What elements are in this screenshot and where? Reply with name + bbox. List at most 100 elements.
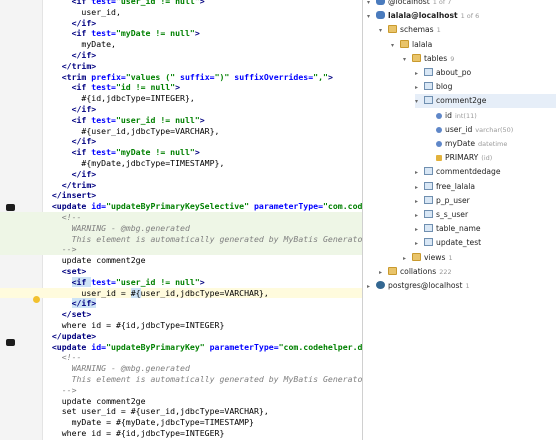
tree-node-commentdedage[interactable]: ▸ commentdedage (415, 165, 556, 179)
chevron-down-icon[interactable]: ▾ (391, 39, 400, 53)
code-line[interactable]: <if test="id != null"> (0, 82, 362, 93)
code-token: set user_id = #{user_id,jdbcType=VARCHAR… (42, 406, 269, 417)
code-line[interactable]: where id = #{id,jdbcType=INTEGER} (0, 320, 362, 331)
tree-node-lalala[interactable]: ▾ lalala (391, 38, 556, 52)
column-icon (436, 126, 442, 133)
code-line[interactable]: user_id, (0, 7, 362, 18)
tree-node-user-id[interactable]: user_id varchar(50) (427, 123, 556, 137)
chevron-right-icon[interactable]: ▸ (415, 181, 424, 195)
code-token: "updateByPrimaryKeySelective" (106, 201, 254, 212)
code-token: <if (71, 114, 92, 125)
tree-node-s-s-user[interactable]: ▸ s_s_user (415, 208, 556, 222)
code-line[interactable]: myDate, (0, 39, 362, 50)
code-text: #{myDate,jdbcType=TIMESTAMP}, (42, 158, 224, 169)
code-line[interactable]: </update> (0, 331, 362, 342)
tree-node-id[interactable]: id int(11) (427, 109, 556, 123)
code-line[interactable]: where id = #{id,jdbcType=INTEGER} (0, 428, 362, 439)
tree-node-p-p-user[interactable]: ▸ p_p_user (415, 194, 556, 208)
code-line[interactable]: </if> (0, 298, 362, 309)
code-line[interactable]: </trim> (0, 180, 362, 191)
code-line[interactable]: <if test="user_id != null"> (0, 0, 362, 7)
code-line[interactable]: #{id,jdbcType=INTEGER}, (0, 93, 362, 104)
table-icon (424, 82, 433, 91)
code-line[interactable]: update comment2ge (0, 255, 362, 266)
chevron-right-icon[interactable]: ▸ (415, 195, 424, 209)
breakpoint-icon[interactable] (6, 339, 15, 346)
code-line[interactable]: <!-- (0, 212, 362, 223)
code-token: > (194, 28, 200, 39)
code-line[interactable]: <update id="updateByPrimaryKeySelective"… (0, 201, 362, 212)
tree-node-views[interactable]: ▸ views 1 (403, 251, 556, 265)
code-line[interactable]: <if test="myDate != null"> (0, 28, 362, 39)
table-icon (424, 224, 433, 233)
code-line[interactable]: <if test="myDate != null"> (0, 147, 362, 158)
code-line[interactable]: <update id="updateByPrimaryKey" paramete… (0, 342, 362, 353)
chevron-down-icon[interactable]: ▾ (379, 24, 388, 38)
code-line[interactable]: </insert> (0, 190, 362, 201)
chevron-right-icon[interactable]: ▸ (415, 166, 424, 180)
tree-node-primary[interactable]: PRIMARY (id) (427, 151, 556, 165)
intention-bulb-icon[interactable] (33, 296, 40, 303)
tree-node-label: free_lalala (436, 181, 476, 191)
tree-node-postgres-localhost[interactable]: ▸ postgres@localhost 1 (367, 279, 556, 293)
code-line[interactable]: <set> (0, 266, 362, 277)
database-icon (376, 11, 385, 20)
code-editor[interactable]: <if test="user_id != null"> user_id, </i… (0, 0, 362, 440)
code-line[interactable]: </if> (0, 104, 362, 115)
code-line[interactable]: update comment2ge (0, 396, 362, 407)
code-line[interactable]: </if> (0, 136, 362, 147)
code-line[interactable]: #{user_id,jdbcType=VARCHAR}, (0, 126, 362, 137)
code-line[interactable]: This element is automatically generated … (0, 374, 362, 385)
code-line[interactable]: WARNING - @mbg.generated (0, 363, 362, 374)
code-line[interactable]: <if test="user_id != null"> (0, 276, 362, 288)
code-token: </insert> (51, 190, 97, 201)
chevron-right-icon[interactable]: ▸ (379, 266, 388, 280)
tree-node-comment2ge[interactable]: ▾ comment2ge (415, 94, 556, 109)
tree-node-update-test[interactable]: ▸ update_test (415, 236, 556, 250)
tree-node-meta: 9 (450, 54, 455, 63)
code-token: id= (91, 341, 107, 352)
code-line[interactable]: </if> (0, 18, 362, 29)
tree-node-collations[interactable]: ▸ collations 222 (379, 265, 556, 279)
code-line[interactable]: user_id = #{user_id,jdbcType=VARCHAR}, (0, 287, 362, 299)
tree-node-tables[interactable]: ▾ tables 9 (403, 52, 556, 66)
tree-node-lalala-localhost[interactable]: ▾ lalala@localhost 1 of 6 (367, 9, 556, 23)
tree-node-about-po[interactable]: ▸ about_po (415, 66, 556, 80)
chevron-right-icon[interactable]: ▸ (415, 67, 424, 81)
code-line[interactable]: </if> (0, 169, 362, 180)
code-line[interactable]: <if test="user_id != null"> (0, 115, 362, 126)
tree-node-free-lalala[interactable]: ▸ free_lalala (415, 180, 556, 194)
code-token: "user_id != null" (115, 114, 200, 125)
code-line[interactable]: --> (0, 385, 362, 396)
code-line[interactable]: </if> (0, 50, 362, 61)
tree-node--localhost[interactable]: ▾ @localhost 1 of 7 (367, 0, 556, 9)
tree-node-mydate[interactable]: myDate datetime (427, 137, 556, 151)
code-token: This element is automatically generated … (42, 233, 362, 244)
chevron-down-icon[interactable]: ▾ (403, 53, 412, 67)
code-token: "user_id != null" (115, 276, 200, 287)
code-line[interactable]: This element is automatically generated … (0, 233, 362, 245)
code-line[interactable]: WARNING - @mbg.generated (0, 222, 362, 234)
chevron-right-icon[interactable]: ▸ (367, 280, 376, 294)
chevron-right-icon[interactable]: ▸ (415, 223, 424, 237)
tree-node-blog[interactable]: ▸ blog (415, 80, 556, 94)
tree-node-schemas[interactable]: ▾ schemas 1 (379, 23, 556, 37)
code-line[interactable]: set user_id = #{user_id,jdbcType=VARCHAR… (0, 406, 362, 417)
tree-node-table-name[interactable]: ▸ table_name (415, 222, 556, 236)
code-line[interactable]: </trim> (0, 61, 362, 72)
code-line[interactable]: myDate = #{myDate,jdbcType=TIMESTAMP} (0, 417, 362, 428)
chevron-down-icon[interactable]: ▾ (415, 95, 424, 109)
chevron-right-icon[interactable]: ▸ (415, 81, 424, 95)
breakpoint-icon[interactable] (6, 204, 15, 211)
code-line[interactable]: <!-- (0, 352, 362, 363)
chevron-right-icon[interactable]: ▸ (403, 252, 412, 266)
chevron-down-icon[interactable]: ▾ (367, 10, 376, 24)
code-line[interactable]: </set> (0, 309, 362, 320)
code-line[interactable]: #{myDate,jdbcType=TIMESTAMP}, (0, 158, 362, 169)
chevron-right-icon[interactable]: ▸ (415, 209, 424, 223)
chevron-right-icon[interactable]: ▸ (415, 237, 424, 251)
code-line[interactable]: --> (0, 244, 362, 256)
code-line[interactable]: <trim prefix="values (" suffix=")" suffi… (0, 72, 362, 83)
